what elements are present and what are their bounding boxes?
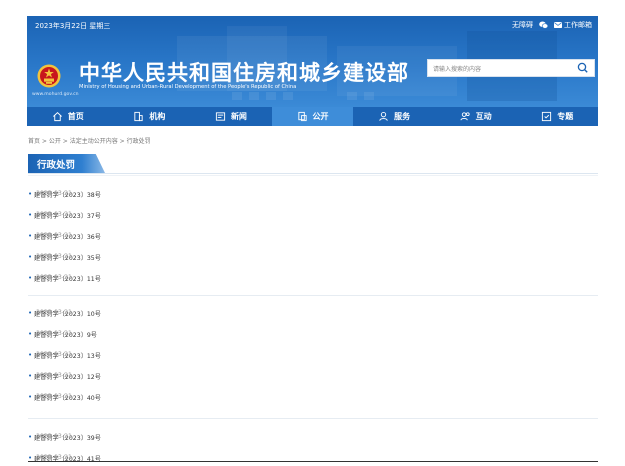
bullet-icon: •: [28, 274, 33, 282]
page-bottom-rule: [28, 461, 598, 462]
wechat-link[interactable]: [539, 21, 548, 29]
national-emblem-icon[interactable]: [37, 64, 61, 88]
list-item[interactable]: • 建督罚字〔2023〕35号 2023-03-21: [28, 250, 598, 264]
building-icon: [134, 111, 143, 122]
section-divider: [28, 173, 598, 174]
nav-item-institutions[interactable]: 机构: [109, 107, 191, 126]
wechat-icon: [539, 21, 548, 29]
list-item-date: 2023-03-21: [36, 211, 72, 218]
list-item-date: 2023-03-21: [36, 433, 72, 440]
bullet-icon: •: [28, 253, 33, 261]
site-header: 2023年3月22日 星期三 无障碍 工作邮箱 中华人民共和国住房和城乡建设部 …: [27, 16, 598, 107]
breadcrumb-home[interactable]: 首页: [28, 138, 40, 145]
search-box[interactable]: 请输入搜索的内容: [427, 59, 595, 77]
nav-label: 互动: [475, 112, 492, 121]
list-item-date: 2023-03-21: [36, 253, 72, 260]
section-title-tab: 行政处罚: [28, 154, 105, 173]
list-item-date: 2023-03-21: [36, 454, 72, 461]
home-icon: [52, 112, 62, 122]
accessibility-link[interactable]: 无障碍: [512, 20, 533, 30]
breadcrumb-legal-content[interactable]: 法定主动公开内容: [70, 138, 118, 145]
nav-label: 首页: [67, 112, 84, 121]
document-icon: [297, 111, 307, 122]
breadcrumb-separator: >: [60, 138, 70, 145]
user-service-icon: [379, 112, 388, 121]
list-item-date: 2023-03-21: [36, 232, 72, 239]
bullet-icon: •: [28, 433, 33, 441]
list-item[interactable]: • 建督罚字〔2023〕12号 2023-03-21: [28, 369, 598, 383]
section-divider-shadow: [28, 175, 598, 176]
topic-icon: [542, 111, 552, 122]
nav-item-news[interactable]: 新闻: [190, 107, 272, 126]
breadcrumb-separator: >: [117, 138, 127, 145]
nav-item-topics[interactable]: 专题: [516, 107, 598, 126]
search-icon[interactable]: [576, 61, 590, 75]
current-date: 2023年3月22日 星期三: [35, 22, 111, 30]
breadcrumb-public[interactable]: 公开: [49, 138, 61, 145]
list-item-date: 2023-03-21: [36, 393, 72, 400]
bullet-icon: •: [28, 351, 33, 359]
site-url: www.mohurd.gov.cn: [32, 92, 79, 97]
list-item[interactable]: • 建督罚字〔2023〕39号 2023-03-21: [28, 430, 598, 444]
list-item-date: 2023-03-21: [36, 351, 72, 358]
nav-label: 服务: [394, 112, 411, 121]
list-item[interactable]: • 建督罚字〔2023〕40号 2023-03-21: [28, 390, 598, 404]
list-item[interactable]: • 建督罚字〔2023〕36号 2023-03-21: [28, 229, 598, 243]
bullet-icon: •: [28, 232, 33, 240]
list-item[interactable]: • 建督罚字〔2023〕37号 2023-03-21: [28, 208, 598, 222]
bullet-icon: •: [28, 190, 33, 198]
list-item[interactable]: • 建督罚字〔2023〕9号 2023-03-21: [28, 327, 598, 341]
group-divider: [28, 418, 598, 419]
section-title: 行政处罚: [37, 160, 76, 171]
list-item[interactable]: • 建督罚字〔2023〕13号 2023-03-21: [28, 348, 598, 362]
nav-label: 专题: [557, 112, 574, 121]
site-subtitle: Ministry of Housing and Urban-Rural Deve…: [79, 84, 297, 90]
list-item-date: 2023-03-21: [36, 330, 72, 337]
site-title[interactable]: 中华人民共和国住房和城乡建设部: [79, 57, 409, 87]
list-item-date: 2023-03-21: [36, 309, 72, 316]
work-mail-label: 工作邮箱: [564, 21, 592, 29]
top-links: 无障碍 工作邮箱: [512, 20, 592, 30]
breadcrumb-current[interactable]: 行政处罚: [127, 138, 151, 145]
list-item[interactable]: • 建督罚字〔2023〕10号 2023-03-21: [28, 306, 598, 320]
nav-item-home[interactable]: 首页: [27, 107, 109, 126]
nav-label: 机构: [149, 112, 166, 121]
list-item-date: 2023-03-21: [36, 274, 72, 281]
list-item[interactable]: • 建督罚字〔2023〕41号 2023-03-21: [28, 451, 598, 465]
nav-item-public[interactable]: 公开: [271, 107, 354, 126]
search-input[interactable]: 请输入搜索的内容: [433, 64, 481, 73]
mail-icon: [554, 22, 562, 28]
group-divider: [28, 295, 598, 296]
people-icon: [460, 112, 470, 121]
main-nav: 首页 机构 新闻 公开 服务 互动 专题: [27, 107, 598, 126]
bullet-icon: •: [28, 309, 33, 317]
bullet-icon: •: [28, 372, 33, 380]
nav-label: 公开: [312, 112, 329, 121]
bullet-icon: •: [28, 393, 33, 401]
nav-label: 新闻: [230, 112, 247, 121]
work-mail-link[interactable]: 工作邮箱: [554, 20, 592, 30]
nav-item-services[interactable]: 服务: [353, 107, 435, 126]
bullet-icon: •: [28, 330, 33, 338]
breadcrumb-separator: >: [40, 138, 49, 145]
accessibility-label: 无障碍: [512, 21, 533, 29]
list-item[interactable]: • 建督罚字〔2023〕11号 2023-03-21: [28, 271, 598, 285]
list-item[interactable]: • 建督罚字〔2023〕38号 2023-03-21: [28, 187, 598, 201]
breadcrumb: 首页 > 公开 > 法定主动公开内容 > 行政处罚: [28, 136, 151, 145]
news-icon: [215, 112, 226, 121]
nav-item-interaction[interactable]: 互动: [435, 107, 517, 126]
list-item-date: 2023-03-21: [36, 372, 72, 379]
list-item-date: 2023-03-21: [36, 190, 72, 197]
bullet-icon: •: [28, 211, 33, 219]
